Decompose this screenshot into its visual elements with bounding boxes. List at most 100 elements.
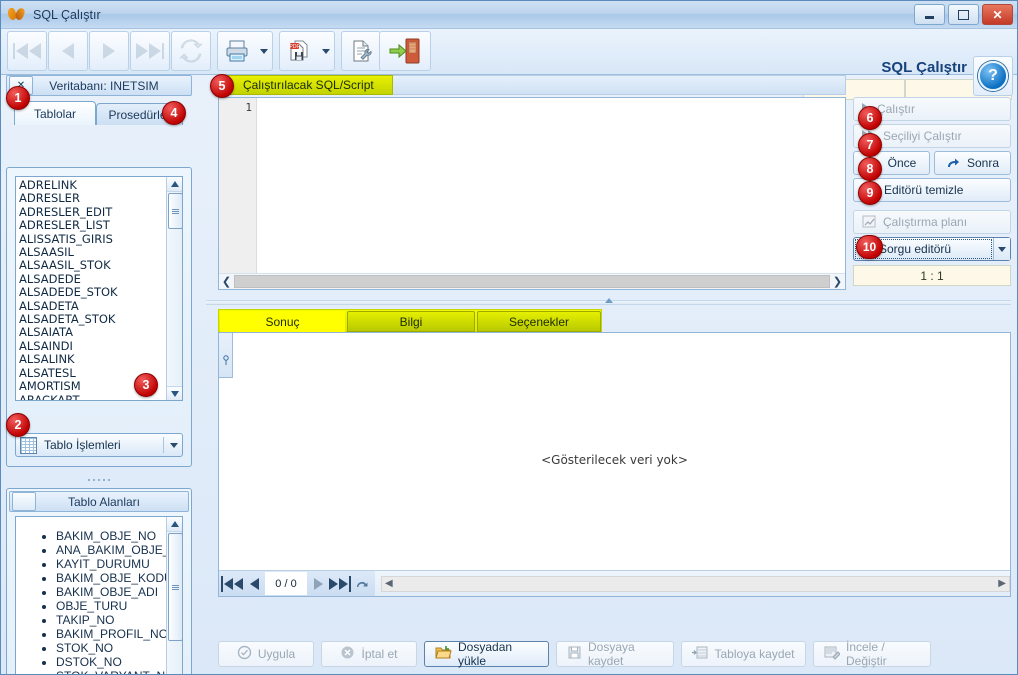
save-table-icon — [692, 645, 708, 663]
minimize-icon[interactable] — [914, 4, 945, 25]
pdf-save-icon[interactable]: PDF — [280, 39, 318, 63]
refresh-button[interactable] — [171, 31, 211, 71]
close-small-icon[interactable] — [12, 492, 36, 511]
scroll-down-icon[interactable] — [167, 386, 182, 400]
nav-first-icon[interactable] — [221, 572, 243, 595]
list-item[interactable]: ALSADEDE_STOK — [19, 285, 182, 299]
list-item[interactable]: BAKIM_PROFIL_NO — [56, 627, 182, 641]
butterfly-icon — [8, 7, 28, 23]
callout-2: 2 — [6, 413, 30, 437]
list-item[interactable]: ALSALINK — [19, 352, 182, 366]
previous-record-button[interactable] — [48, 31, 88, 71]
list-item[interactable]: ADRESLER_LIST — [19, 218, 182, 232]
list-item[interactable]: ALSAIATA — [19, 326, 182, 340]
sql-runner-window: SQL Çalıştır ✕ PDF SQL Çalıştır ? Verita… — [0, 0, 1018, 675]
scroll-thumb[interactable] — [168, 533, 182, 641]
nav-prev-icon[interactable] — [243, 572, 265, 595]
list-item[interactable]: KAYIT_DURUMU — [56, 557, 182, 571]
table-operations-button[interactable]: Tablo İşlemleri — [15, 433, 183, 457]
chevron-left-icon[interactable]: ❮ — [219, 275, 234, 288]
list-item[interactable]: BAKIM_OBJE_NO — [56, 529, 182, 543]
maximize-icon[interactable] — [948, 4, 979, 25]
tab-secenekler[interactable]: Seçenekler — [477, 311, 601, 332]
list-item[interactable]: ALSAINDI — [19, 339, 182, 353]
chevron-left-icon[interactable]: ◀ — [385, 578, 393, 589]
exit-door-icon[interactable] — [379, 31, 431, 71]
editor-hscrollbar[interactable]: ❮ ❯ — [219, 273, 845, 289]
fields-listbox[interactable]: BAKIM_OBJE_NOANA_BAKIM_OBJE_NOKAYIT_DURU… — [15, 516, 183, 674]
save-to-file-button[interactable]: Dosyaya kaydet — [556, 640, 674, 668]
print-split-button[interactable] — [217, 31, 273, 71]
panel-splitter[interactable] — [6, 475, 192, 484]
scroll-up-icon[interactable] — [167, 177, 182, 192]
tab-sql-script[interactable]: Çalıştırılacak SQL/Script — [218, 75, 393, 95]
cancel-button[interactable]: İptal et — [321, 641, 417, 667]
results-grid[interactable]: <Gösterilecek veri yok> 0 / 0 ◀ ▶ — [218, 332, 1011, 597]
tables-listbox[interactable]: ADRELINK ADRESLER ADRESLER_EDIT ADRESLER_LI… — [15, 176, 183, 401]
nav-refresh-icon[interactable] — [351, 572, 373, 595]
inspect-edit-icon — [824, 645, 841, 663]
list-item[interactable]: ALISSATIS_GIRIS — [19, 232, 182, 246]
grid-hscrollbar[interactable]: ◀ ▶ — [381, 575, 1010, 592]
scroll-up-icon[interactable] — [167, 517, 182, 532]
chevron-right-icon[interactable]: ❯ — [830, 275, 845, 288]
list-item[interactable]: ALSAASIL — [19, 245, 182, 259]
tables-scrollbar[interactable] — [166, 177, 182, 400]
tables-panel: ADRELINK ADRESLER ADRESLER_EDIT ADRESLER_LI… — [6, 167, 192, 467]
pdf-split-button[interactable]: PDF — [279, 31, 335, 71]
preview-wrench-icon[interactable] — [341, 31, 381, 71]
sql-editor[interactable]: 1 ❮ ❯ — [218, 97, 846, 290]
run-selected-label: Seçiliyi Çalıştır — [883, 129, 962, 143]
next-record-button[interactable] — [89, 31, 129, 71]
callout-1: 1 — [6, 86, 30, 110]
list-item[interactable]: ARACKART — [19, 393, 182, 400]
chevron-down-icon[interactable] — [170, 442, 178, 448]
list-item[interactable]: DSTOK_NO — [56, 655, 182, 669]
splitter-collapse-icon[interactable] — [603, 296, 615, 305]
list-item[interactable]: OBJE_TURU — [56, 599, 182, 613]
list-item[interactable]: ALSATESL — [19, 366, 182, 380]
editor-tab-strip: Çalıştırılacak SQL/Script — [206, 75, 1011, 95]
list-item[interactable]: ADRESLER_EDIT — [19, 205, 182, 219]
list-item[interactable]: BAKIM_OBJE_ADI — [56, 585, 182, 599]
callout-10: 10 — [856, 235, 883, 259]
redo-button[interactable]: Sonra — [934, 151, 1011, 175]
scroll-thumb[interactable] — [168, 193, 182, 229]
list-item[interactable]: ALSAASIL_STOK — [19, 259, 182, 273]
list-item[interactable]: ANA_BAKIM_OBJE_NO — [56, 543, 182, 557]
editor-hscroll-track[interactable] — [234, 275, 830, 288]
nav-next-icon[interactable] — [307, 572, 329, 595]
close-icon[interactable]: ✕ — [982, 4, 1013, 25]
list-item[interactable]: STOK_VARYANT_NO — [56, 669, 182, 674]
inspect-edit-button[interactable]: İncele / Değiştir — [813, 640, 931, 668]
list-item[interactable]: ADRELINK — [19, 178, 182, 192]
results-tab-strip: Sonuç Bilgi Seçenekler — [218, 309, 602, 332]
print-dropdown-icon[interactable] — [256, 48, 272, 54]
tab-bilgi[interactable]: Bilgi — [347, 311, 475, 332]
window-controls: ✕ — [914, 4, 1013, 25]
apply-button[interactable]: Uygula — [218, 641, 314, 667]
sql-code-input[interactable] — [258, 98, 845, 273]
horizontal-splitter[interactable] — [206, 294, 1011, 310]
list-item[interactable]: ALSADETA_STOK — [19, 312, 182, 326]
fields-scrollbar[interactable] — [166, 517, 182, 674]
tab-sonuc[interactable]: Sonuç — [220, 311, 345, 332]
list-item[interactable]: TAKIP_NO — [56, 613, 182, 627]
nav-last-icon[interactable] — [329, 572, 351, 595]
list-item[interactable]: ADRESLER — [19, 191, 182, 205]
chevron-right-icon[interactable]: ▶ — [998, 578, 1006, 589]
first-record-button[interactable] — [7, 31, 47, 71]
list-item[interactable]: ALSADEDE — [19, 272, 182, 286]
save-to-table-button[interactable]: Tabloya kaydet — [681, 641, 806, 667]
list-item[interactable]: STOK_NO — [56, 641, 182, 655]
chevron-down-icon[interactable] — [993, 238, 1010, 260]
load-from-file-button[interactable]: Dosyadan yükle — [424, 640, 549, 668]
svg-text:PDF: PDF — [290, 44, 300, 50]
last-record-button[interactable] — [130, 31, 170, 71]
printer-icon[interactable] — [218, 39, 256, 63]
run-label: Çalıştır — [877, 102, 916, 116]
pdf-dropdown-icon[interactable] — [318, 48, 334, 54]
list-item[interactable]: ALSADETA — [19, 299, 182, 313]
list-item[interactable]: BAKIM_OBJE_KODU — [56, 571, 182, 585]
execution-plan-button[interactable]: Çalıştırma planı — [853, 210, 1011, 234]
